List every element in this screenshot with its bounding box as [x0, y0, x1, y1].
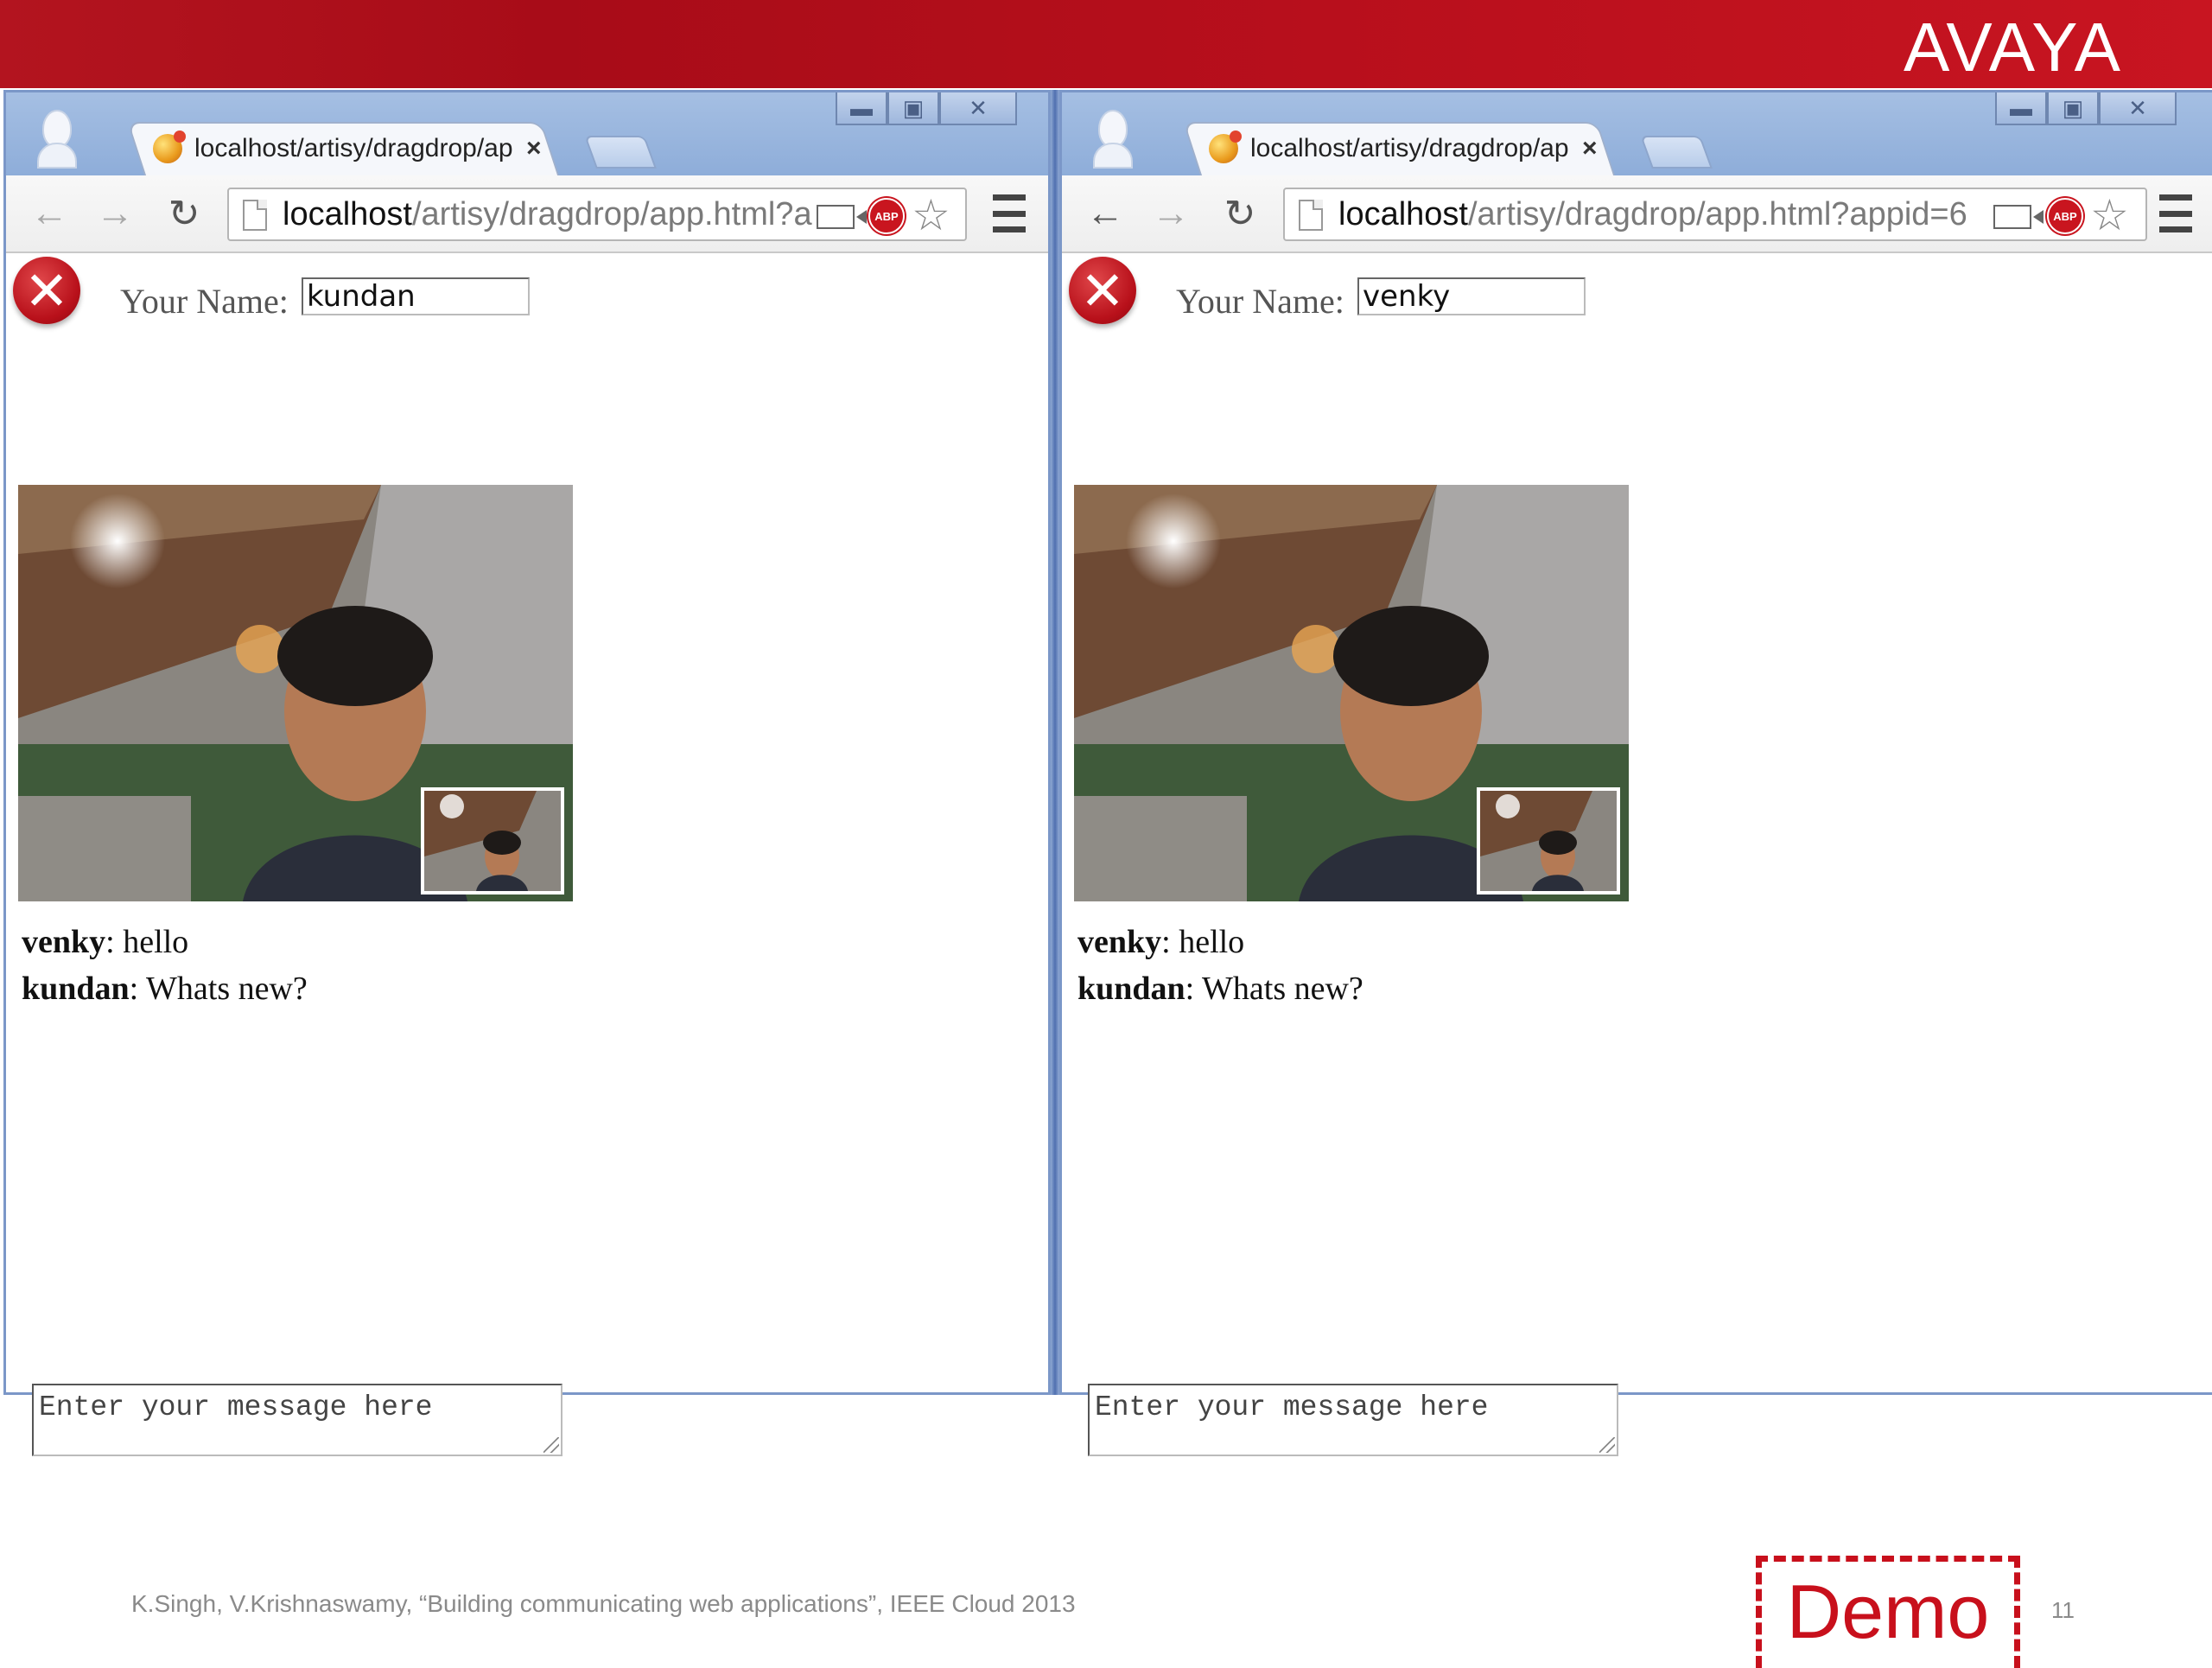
title-bar[interactable]: localhost/artisy/dragdrop/ap × ▬ ▣ ✕: [1062, 92, 2212, 175]
browser-toolbar: ← → ↻ localhost/artisy/dragdrop/app.html…: [6, 175, 1048, 253]
camera-icon[interactable]: [817, 205, 867, 229]
name-input[interactable]: venky: [1357, 277, 1586, 315]
local-video-pip: [1477, 787, 1620, 894]
address-bar[interactable]: localhost/artisy/dragdrop/app.html?appid…: [1283, 188, 2147, 241]
minimize-button[interactable]: ▬: [1995, 92, 2047, 125]
browser-toolbar: ← → ↻ localhost/artisy/dragdrop/app.html…: [1062, 175, 2212, 253]
window-divider: [1051, 90, 1059, 1395]
chat-message: kundan: Whats new?: [22, 965, 308, 1012]
new-tab-button[interactable]: [1640, 136, 1713, 169]
tab-close-icon[interactable]: ×: [1582, 134, 1598, 163]
chat-text: : hello: [1161, 924, 1245, 960]
back-arrow-icon[interactable]: ←: [27, 191, 72, 236]
remote-video-frame: [18, 485, 573, 901]
page-favicon-icon: [1209, 131, 1242, 163]
chat-text: : Whats new?: [129, 971, 308, 1007]
window-controls: ▬ ▣ ✕: [1995, 92, 2177, 125]
adblock-icon[interactable]: ABP: [868, 198, 905, 234]
tab-title: localhost/artisy/dragdrop/ap: [1250, 134, 1569, 162]
demo-badge: Demo: [1756, 1556, 2020, 1668]
message-input[interactable]: Enter your message here: [1088, 1384, 1618, 1456]
address-url: localhost/artisy/dragdrop/app.html?a: [283, 196, 812, 232]
chat-user: venky: [22, 924, 106, 960]
camera-icon[interactable]: [1993, 205, 2044, 229]
minimize-button[interactable]: ▬: [836, 92, 887, 125]
chat-user: venky: [1077, 924, 1162, 960]
page-number: 11: [2051, 1597, 2075, 1623]
bookmark-star-icon[interactable]: ☆: [912, 191, 950, 239]
new-tab-button[interactable]: [584, 136, 657, 169]
reload-icon[interactable]: ↻: [1217, 191, 1262, 236]
remote-video-frame: [1074, 485, 1629, 901]
chat-log: venky: hello kundan: Whats new?: [1077, 919, 1363, 1012]
name-label: Your Name:: [120, 282, 289, 321]
forward-arrow-icon[interactable]: →: [92, 191, 137, 236]
chat-message: kundan: Whats new?: [1077, 965, 1363, 1012]
maximize-button[interactable]: ▣: [2047, 92, 2099, 125]
window-close-button[interactable]: ✕: [939, 92, 1017, 125]
chat-message: venky: hello: [22, 919, 308, 965]
resize-grip-icon[interactable]: [1599, 1437, 1615, 1453]
maximize-button[interactable]: ▣: [887, 92, 939, 125]
address-url: localhost/artisy/dragdrop/app.html?appid…: [1338, 196, 1967, 232]
tab-title: localhost/artisy/dragdrop/ap: [194, 134, 513, 162]
chat-log: venky: hello kundan: Whats new?: [22, 919, 308, 1012]
local-video-pip: [421, 787, 564, 894]
page-icon: [243, 200, 267, 231]
window-controls: ▬ ▣ ✕: [836, 92, 1017, 125]
avaya-logo: AVAYA: [1903, 9, 2122, 86]
chrome-menu-icon[interactable]: [2159, 194, 2192, 232]
page-icon: [1299, 200, 1323, 231]
chat-text: : Whats new?: [1185, 971, 1363, 1007]
back-arrow-icon[interactable]: ←: [1083, 191, 1128, 236]
message-input[interactable]: Enter your message here: [32, 1384, 563, 1456]
tab-content: localhost/artisy/dragdrop/ap ×: [153, 122, 542, 175]
profile-avatar-icon[interactable]: [1093, 110, 1133, 169]
resize-grip-icon[interactable]: [543, 1437, 559, 1453]
browser-window-left: localhost/artisy/dragdrop/ap × ▬ ▣ ✕ ← →…: [3, 90, 1051, 1456]
close-icon[interactable]: ✕: [13, 257, 80, 324]
chat-message: venky: hello: [1077, 919, 1363, 965]
name-input[interactable]: kundan: [302, 277, 530, 315]
chat-user: kundan: [22, 971, 130, 1007]
adblock-icon[interactable]: ABP: [2047, 198, 2083, 234]
message-placeholder: Enter your message here: [1095, 1391, 1489, 1423]
name-label: Your Name:: [1176, 282, 1344, 321]
title-bar[interactable]: localhost/artisy/dragdrop/ap × ▬ ▣ ✕: [6, 92, 1048, 175]
close-icon[interactable]: ✕: [1069, 257, 1136, 324]
chrome-menu-icon[interactable]: [993, 194, 1026, 232]
tab-content: localhost/artisy/dragdrop/ap ×: [1209, 122, 1598, 175]
tab-close-icon[interactable]: ×: [526, 134, 542, 163]
message-placeholder: Enter your message here: [39, 1391, 433, 1423]
remote-video: [1074, 485, 1629, 901]
citation: K.Singh, V.Krishnaswamy, “Building commu…: [131, 1590, 1076, 1617]
slide-banner: AVAYA: [0, 0, 2212, 88]
profile-avatar-icon[interactable]: [37, 110, 77, 169]
page-content: ✕ Your Name: venky venky: hello kundan: …: [1062, 253, 2212, 1456]
remote-video: [18, 485, 573, 901]
bookmark-star-icon[interactable]: ☆: [2090, 191, 2129, 239]
forward-arrow-icon[interactable]: →: [1148, 191, 1193, 236]
page-content: ✕ Your Name: kundan venky: hello kundan:…: [6, 253, 1048, 1456]
chat-text: : hello: [105, 924, 189, 960]
reload-icon[interactable]: ↻: [162, 191, 207, 236]
page-favicon-icon: [153, 131, 186, 163]
window-close-button[interactable]: ✕: [2099, 92, 2177, 125]
chat-user: kundan: [1077, 971, 1185, 1007]
address-bar[interactable]: localhost/artisy/dragdrop/app.html?a ABP…: [227, 188, 967, 241]
browser-window-right: localhost/artisy/dragdrop/ap × ▬ ▣ ✕ ← →…: [1059, 90, 2212, 1456]
